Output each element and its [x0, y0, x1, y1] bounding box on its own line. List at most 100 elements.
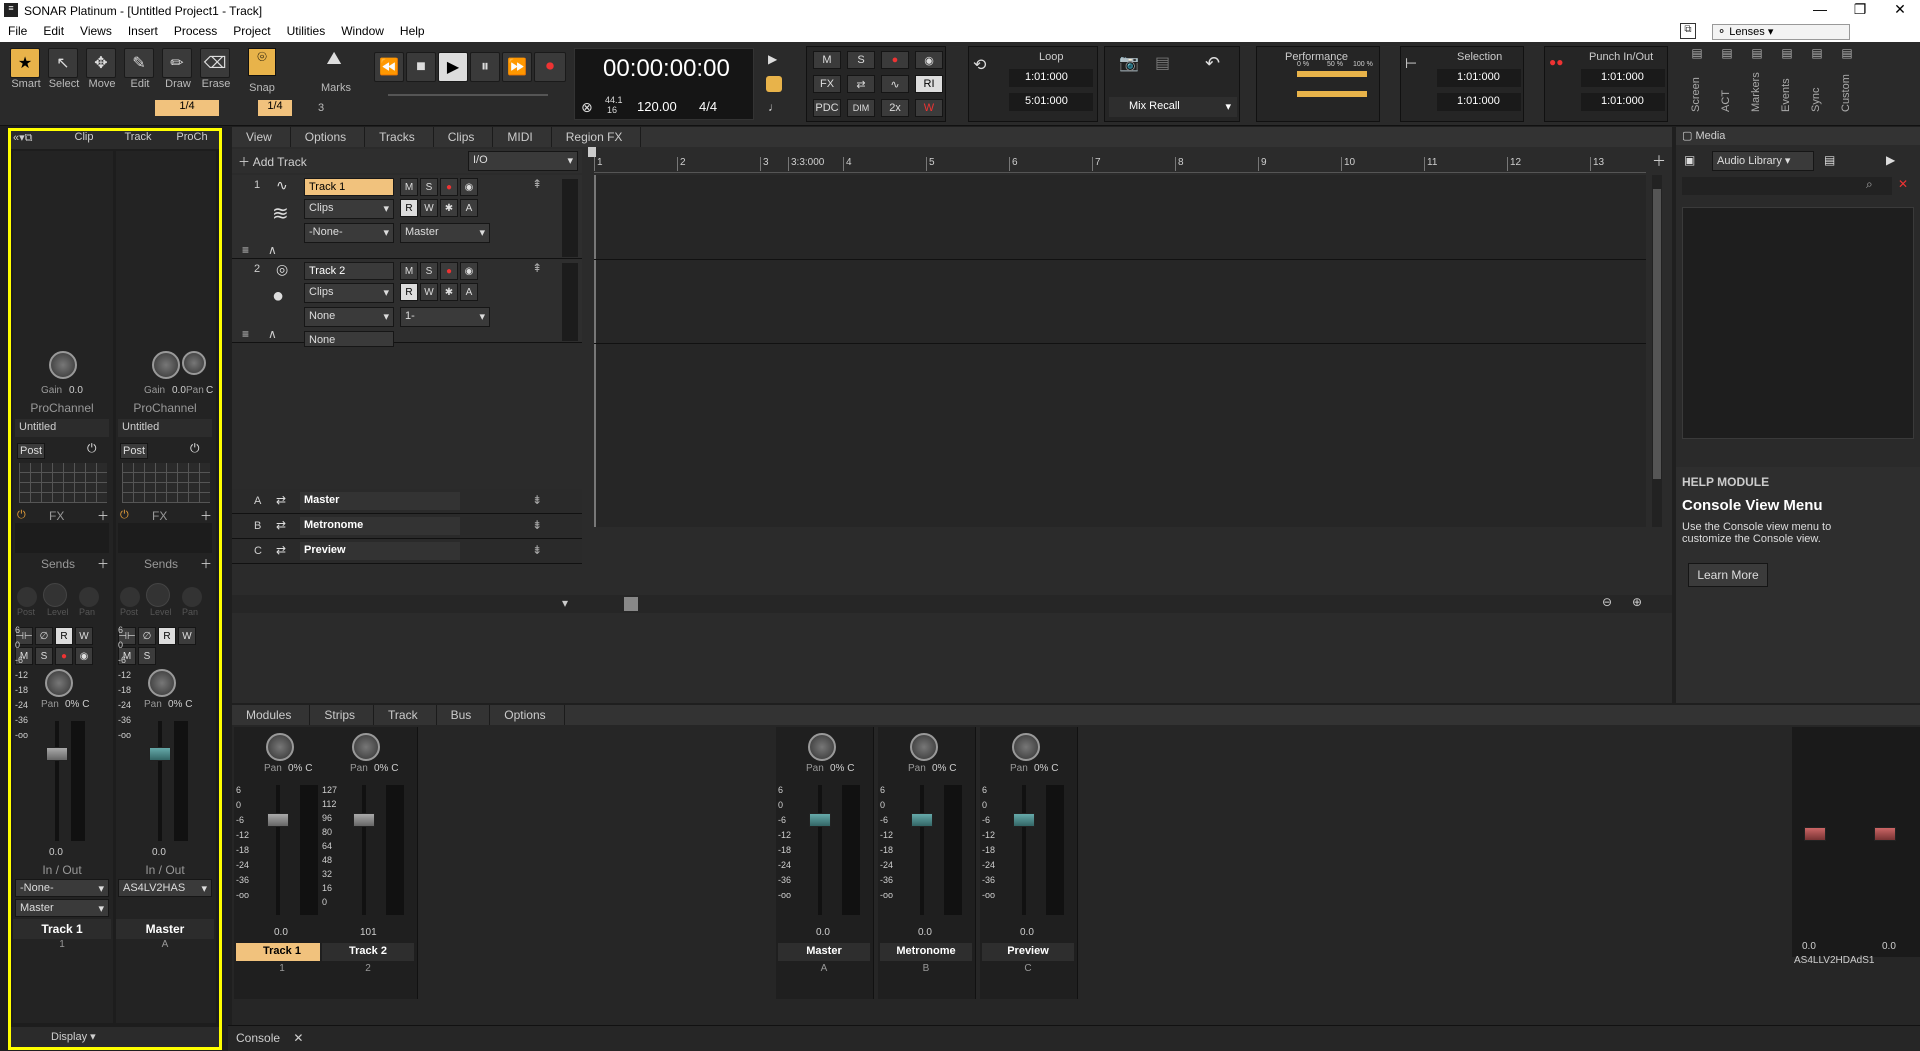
pan-knob-top[interactable]: [182, 351, 206, 375]
automation-lane-icon[interactable]: ∧: [268, 327, 277, 341]
pan-knob[interactable]: [148, 669, 176, 697]
console-tab[interactable]: Console ✕: [236, 1031, 303, 1045]
write-button[interactable]: W: [178, 627, 196, 645]
console-strip-name[interactable]: Track 1: [236, 943, 328, 961]
console-strip-name[interactable]: Master: [778, 943, 870, 961]
echo-icon[interactable]: ◉: [75, 647, 93, 665]
track-collapse-icon[interactable]: ⇞: [532, 261, 542, 275]
volume-fader[interactable]: [149, 747, 171, 761]
metronome-icon[interactable]: ⊗: [581, 99, 593, 116]
track-arm-icon[interactable]: ●: [440, 178, 458, 196]
view-icon[interactable]: ▤: [1824, 153, 1835, 167]
output-dropdown[interactable]: Master ▾: [15, 899, 109, 917]
read-automation-button[interactable]: RI: [915, 75, 943, 93]
input-dropdown[interactable]: AS4LV2HAS ▾: [118, 879, 212, 897]
loop-end[interactable]: 5:01:000: [1009, 93, 1093, 111]
console-fader[interactable]: [353, 813, 375, 827]
tempo-readout[interactable]: 120.00: [637, 99, 677, 114]
snap-value[interactable]: 1/4: [258, 100, 292, 116]
clear-search-icon[interactable]: ✕: [1898, 177, 1908, 191]
track-vscroll[interactable]: [1652, 175, 1662, 527]
fx-bin[interactable]: [15, 523, 109, 553]
browser-tab-media[interactable]: ▢ Media: [1676, 127, 1920, 145]
media-search-input[interactable]: [1682, 177, 1892, 195]
console-strip-name[interactable]: Metronome: [880, 943, 972, 961]
now-marker-icon[interactable]: [588, 147, 596, 157]
add-track-button[interactable]: ＋ Add Track: [238, 153, 307, 170]
mute-all-button[interactable]: M: [813, 51, 841, 69]
track-echo-icon[interactable]: ◉: [460, 262, 478, 280]
inspector-tab-prochannel[interactable]: ProCh: [165, 131, 219, 149]
track-menu-clips[interactable]: Clips: [434, 127, 494, 147]
console-fader[interactable]: [267, 813, 289, 827]
gain-knob[interactable]: [49, 351, 77, 379]
record-button[interactable]: ⏺: [534, 52, 566, 82]
media-list[interactable]: [1682, 207, 1914, 439]
solo-button[interactable]: S: [35, 647, 53, 665]
mix-recall-dropdown[interactable]: Mix Recall ▾: [1109, 97, 1237, 117]
track-strip-icon[interactable]: ≡: [242, 327, 249, 341]
menu-views[interactable]: Views: [72, 22, 120, 42]
track-channel-dropdown[interactable]: None: [304, 331, 394, 347]
bus-name[interactable]: Preview: [300, 542, 460, 560]
menu-project[interactable]: Project: [225, 22, 278, 42]
console-menu-track[interactable]: Track: [374, 705, 437, 725]
track-solo-button[interactable]: S: [420, 262, 438, 280]
clips-pane[interactable]: [594, 175, 1646, 527]
track-collapse-icon[interactable]: ⇞: [532, 177, 542, 191]
console-strip-name[interactable]: Preview: [982, 943, 1074, 961]
snap-button[interactable]: ⌾: [248, 48, 276, 76]
track-arm-icon[interactable]: ●: [440, 262, 458, 280]
track-header[interactable]: 1 ∿ ≋ Track 1 M S ● ◉ ⇞ Clips ▾ R W ✱ A -…: [232, 175, 582, 259]
track-header[interactable]: 2 ◎ ● Track 2 M S ● ◉ ⇞ Clips ▾ R W ✱ A N…: [232, 259, 582, 347]
track-archive-button[interactable]: A: [460, 283, 478, 301]
library-dropdown[interactable]: Audio Library ▾: [1712, 151, 1814, 171]
volume-fader[interactable]: [46, 747, 68, 761]
marks-icon[interactable]: ⛰: [320, 48, 348, 76]
post-button[interactable]: Post: [17, 443, 45, 459]
position-slider[interactable]: [388, 94, 548, 96]
bus-header[interactable]: C ⇄ Preview ⇟: [232, 539, 582, 564]
menu-edit[interactable]: Edit: [35, 22, 72, 42]
freeze-icon[interactable]: ✱: [440, 199, 458, 217]
pan-knob[interactable]: [45, 669, 73, 697]
eq-graph[interactable]: [122, 463, 210, 503]
save-icon[interactable]: ▤: [1155, 53, 1170, 73]
track-output-dropdown[interactable]: Master ▾: [400, 223, 490, 243]
time-ruler[interactable]: 1 2 3 3:3:000 4 5 6 7 8 9 10 11 12 13: [594, 149, 1646, 173]
send-level-knob[interactable]: [146, 583, 170, 607]
prochannel-power-icon[interactable]: ⏻: [87, 441, 97, 456]
invert-icon[interactable]: ∅: [35, 627, 53, 645]
camera-icon[interactable]: 📷: [1119, 53, 1139, 73]
close-icon[interactable]: ✕: [1880, 1, 1920, 18]
console-pan-knob[interactable]: [1012, 733, 1040, 761]
console-menu-modules[interactable]: Modules: [232, 705, 311, 725]
loop-toggle-icon[interactable]: ⟲: [973, 55, 986, 75]
fx-button[interactable]: FX: [813, 75, 841, 93]
console-pan-knob[interactable]: [910, 733, 938, 761]
prochannel-preset[interactable]: Untitled: [15, 419, 109, 437]
bus-name[interactable]: Metronome: [300, 517, 460, 535]
track-clips-dropdown[interactable]: Clips ▾: [304, 199, 394, 219]
console-fader[interactable]: [911, 813, 933, 827]
read-button[interactable]: R: [158, 627, 176, 645]
console-pan-knob[interactable]: [352, 733, 380, 761]
fx-power-icon[interactable]: ⏻: [17, 509, 26, 522]
prochannel-power-icon[interactable]: ⏻: [190, 441, 200, 456]
hscroll-thumb[interactable]: [624, 597, 638, 611]
punch-toggle-icon[interactable]: ●●: [1549, 55, 1564, 69]
sidetab-act[interactable]: ▤ ACT: [1716, 46, 1738, 122]
sidetab-markers[interactable]: ▤ Markers: [1746, 46, 1768, 122]
invert-icon[interactable]: ∅: [138, 627, 156, 645]
bus-name[interactable]: Master: [300, 492, 460, 510]
track-mute-button[interactable]: M: [400, 178, 418, 196]
rewind-button[interactable]: ⏪: [374, 52, 404, 82]
inspector-tab-clip[interactable]: Clip: [57, 131, 111, 149]
add-fx-icon[interactable]: ＋: [200, 507, 212, 524]
bus-header[interactable]: A ⇄ Master ⇟: [232, 489, 582, 514]
bus-hscroll[interactable]: ▾ ⊖ ⊕: [232, 595, 1672, 613]
solo-button[interactable]: S: [138, 647, 156, 665]
track-menu-options[interactable]: Options: [291, 127, 366, 147]
zoom-in-icon[interactable]: ⊕: [1632, 595, 1642, 609]
screenset-icon[interactable]: ⧉: [1680, 23, 1696, 39]
